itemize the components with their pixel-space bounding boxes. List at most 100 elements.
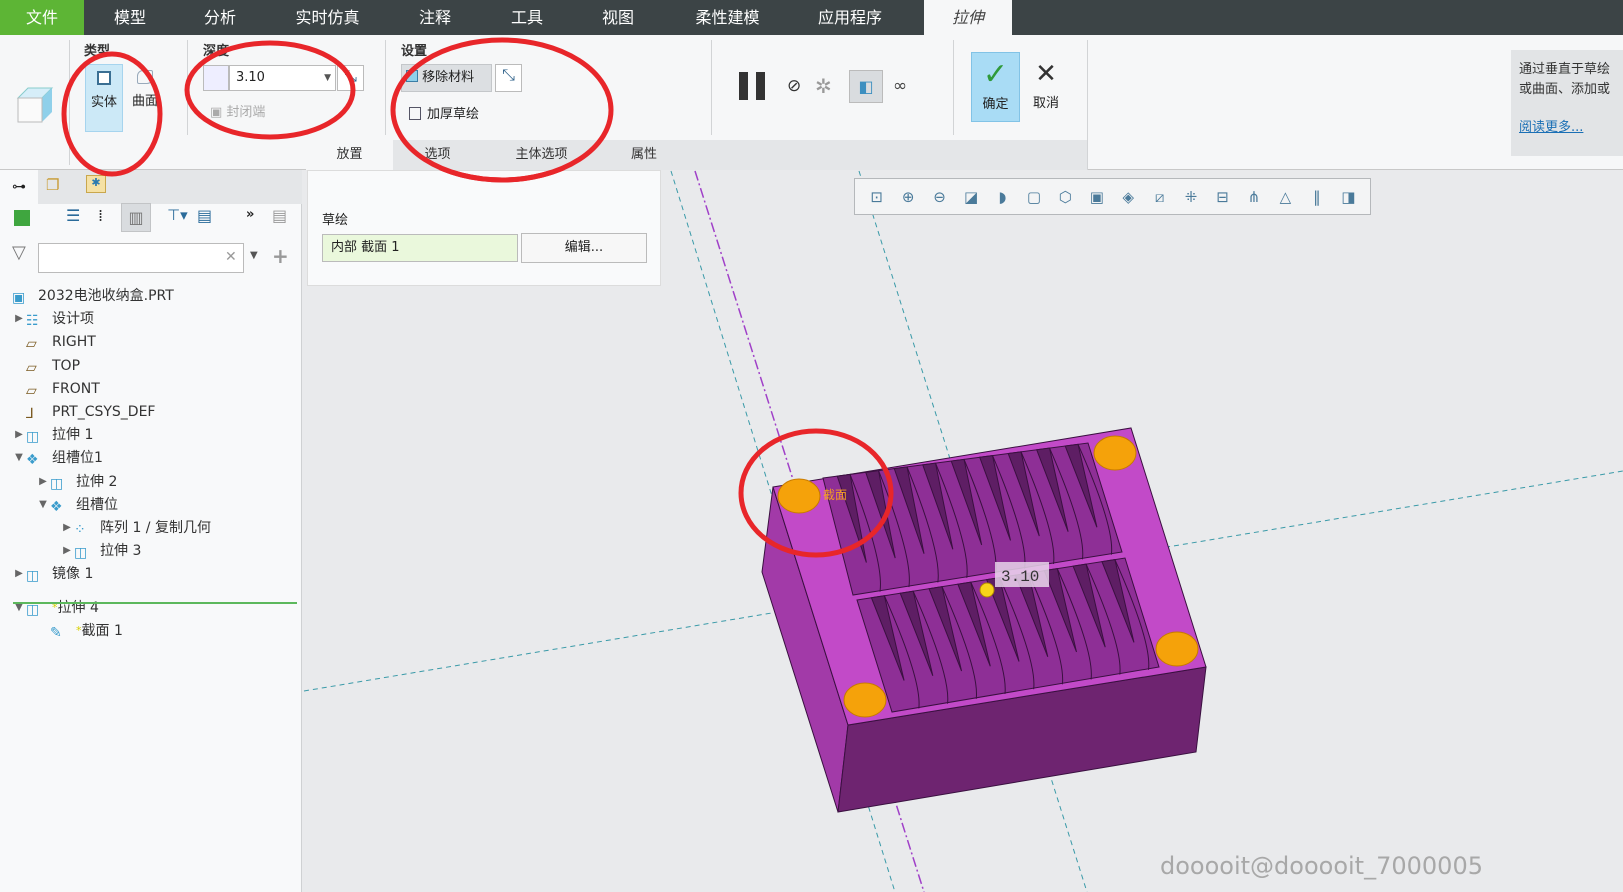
view-manager-icon[interactable]: ⬡ (1054, 186, 1076, 208)
dropdown-icon[interactable]: ▼ (250, 250, 258, 261)
model-tree-tab-icon[interactable]: ⊶ (0, 170, 38, 204)
expand-icon[interactable]: ▶ (36, 471, 50, 493)
tree-search-input[interactable] (38, 243, 244, 273)
read-more-link[interactable]: 阅读更多... (1519, 118, 1615, 138)
tree-item[interactable]: ▼ ◫ * 拉伸 4 (12, 597, 99, 619)
zoom-out-icon[interactable]: ⊖ (929, 186, 951, 208)
depth-dropdown-icon[interactable]: ▼ (324, 66, 331, 90)
depth-input[interactable]: 3.10 ▼ (229, 65, 336, 91)
tree-item[interactable]: ▶ ◫ 拉伸 3 (60, 540, 141, 562)
tab-analysis[interactable]: 分析 (185, 0, 255, 35)
tree-item[interactable]: ▶ ◫ 拉伸 1 (12, 424, 93, 446)
saved-views-icon[interactable]: ▢ (1023, 186, 1045, 208)
tree-item-label: 拉伸 3 (100, 543, 142, 560)
zoom-in-icon[interactable]: ⊕ (897, 186, 919, 208)
remove-material-icon (406, 70, 418, 82)
csys-display-icon[interactable]: ⋔ (1243, 186, 1265, 208)
drag-handle[interactable] (979, 582, 995, 598)
confirm-button[interactable]: ✓ 确定 (971, 52, 1020, 122)
depth-dimension[interactable]: 3.10 (1001, 568, 1039, 586)
expand-icon[interactable]: ▶ (12, 563, 26, 585)
thicken-sketch-checkbox[interactable]: 加厚草绘 (409, 103, 479, 122)
tree-item[interactable]: ⅃ PRT_CSYS_DEF (12, 401, 155, 423)
remove-material-button[interactable]: 移除材料 (401, 64, 492, 92)
no-preview-icon[interactable]: ⊘ (787, 76, 801, 96)
tree-columns-icon[interactable]: ⁞ (98, 206, 103, 225)
surface-button[interactable]: 曲面 (126, 64, 164, 132)
depth-option-icon[interactable] (203, 65, 229, 91)
notes-icon[interactable]: ▤ (272, 206, 287, 225)
subtab-properties[interactable]: 属性 (601, 140, 687, 170)
annotation-display-icon[interactable]: △ (1274, 186, 1296, 208)
flip-depth-icon[interactable]: ⤡ (337, 65, 364, 91)
expand-icon[interactable]: ▶ (12, 308, 26, 330)
tree-item-label: RIGHT (52, 334, 96, 351)
tree-list-icon[interactable]: ☰ (66, 206, 80, 225)
expand-icon[interactable]: ▶ (60, 540, 74, 562)
tree-item-label: 拉伸 4 (57, 599, 99, 616)
subtab-options[interactable]: 选项 (394, 140, 481, 170)
spin-center-icon[interactable]: ◨ (1337, 186, 1359, 208)
tab-annotate[interactable]: 注释 (400, 0, 470, 35)
graphics-viewport[interactable]: 截面 3.10 dooooit@dooooit_7000005 (302, 170, 1623, 892)
tree-display-icon[interactable]: ▥ (121, 203, 151, 232)
expand-icon[interactable]: ▶ (60, 517, 74, 539)
favorites-tab-icon[interactable]: ✱ (86, 175, 106, 193)
watermark: dooooit@dooooit_7000005 (1160, 852, 1483, 880)
tree-settings-icon[interactable]: ▤ (197, 206, 212, 225)
feature-preview-icon[interactable]: ✲ (815, 74, 832, 98)
tree-item[interactable]: ▶ ◫ 拉伸 2 (36, 471, 117, 493)
part-icon: ▣ (12, 290, 26, 306)
collapse-icon[interactable]: ▼ (36, 494, 50, 516)
axis-display-icon[interactable]: ⁜ (1180, 186, 1202, 208)
clear-icon[interactable]: ✕ (225, 249, 237, 265)
tree-item[interactable]: ▱ TOP (12, 355, 80, 377)
layer-tab-icon[interactable]: ❐ (46, 176, 59, 194)
tree-item[interactable]: ▱ FRONT (12, 378, 100, 400)
tree-item[interactable]: ▶ ◫ 镜像 1 (12, 563, 93, 585)
verify-glasses-icon[interactable]: ∞ (893, 76, 907, 96)
tree-item[interactable]: ▣ 2032电池收纳盒.PRT (12, 285, 174, 307)
tab-applications[interactable]: 应用程序 (805, 0, 895, 35)
more-icon[interactable]: » (246, 207, 254, 222)
perspective-icon[interactable]: ▣ (1086, 186, 1108, 208)
refit-icon[interactable]: ⊡ (866, 186, 888, 208)
menu-bar: 文件 模型 分析 实时仿真 注释 工具 视图 柔性建模 应用程序 拉伸 (0, 0, 1623, 35)
tab-model[interactable]: 模型 (95, 0, 165, 35)
group-icon: ❖ (50, 498, 63, 515)
plane-display-icon[interactable]: ⧄ (1149, 186, 1171, 208)
capped-ends-checkbox[interactable]: ▣ 封闭端 (210, 101, 265, 120)
pause-icon[interactable] (739, 72, 767, 100)
add-icon[interactable]: + (272, 244, 289, 268)
show-icon[interactable] (14, 210, 30, 226)
tab-file[interactable]: 文件 (0, 0, 84, 35)
tree-item[interactable]: ▶ ⁘ 阵列 1 / 复制几何 (60, 517, 211, 539)
flip-material-icon[interactable]: ⤡ (495, 64, 522, 92)
sketch-icon: ✎ (50, 624, 62, 641)
solid-button[interactable]: 实体 (85, 64, 123, 132)
display-style-icon[interactable]: ◗ (991, 186, 1013, 208)
tab-realtime-sim[interactable]: 实时仿真 (285, 0, 370, 35)
collapse-icon[interactable]: ▼ (12, 597, 26, 619)
tree-item[interactable]: ✎ * 截面 1 (36, 620, 123, 642)
geometry-preview-icon[interactable]: ◧ (849, 70, 883, 103)
tab-extrude[interactable]: 拉伸 (924, 0, 1012, 35)
cancel-button[interactable]: ✕ 取消 (1024, 52, 1068, 122)
tree-item[interactable]: ▼ ❖ 组槽位1 (12, 447, 103, 469)
subtab-body-options[interactable]: 主体选项 (483, 140, 600, 170)
tree-item[interactable]: ▱ RIGHT (12, 331, 96, 353)
point-display-icon[interactable]: ⊟ (1212, 186, 1234, 208)
tree-filter-icon[interactable]: ⊤▾ (167, 206, 188, 224)
repaint-icon[interactable]: ◪ (960, 186, 982, 208)
collapse-icon[interactable]: ▼ (12, 447, 26, 469)
tree-item[interactable]: ▼ ❖ 组槽位 (36, 494, 118, 516)
pause-animation-icon[interactable]: ‖ (1306, 186, 1328, 208)
section-icon[interactable]: ◈ (1117, 186, 1139, 208)
tab-view[interactable]: 视图 (583, 0, 653, 35)
subtab-placement[interactable]: 放置 (306, 140, 393, 170)
expand-icon[interactable]: ▶ (12, 424, 26, 446)
tree-item[interactable]: ▶ ☷ 设计项 (12, 308, 94, 330)
insert-here-marker[interactable] (13, 602, 297, 604)
tab-tools[interactable]: 工具 (492, 0, 562, 35)
tab-flexible-modeling[interactable]: 柔性建模 (685, 0, 770, 35)
